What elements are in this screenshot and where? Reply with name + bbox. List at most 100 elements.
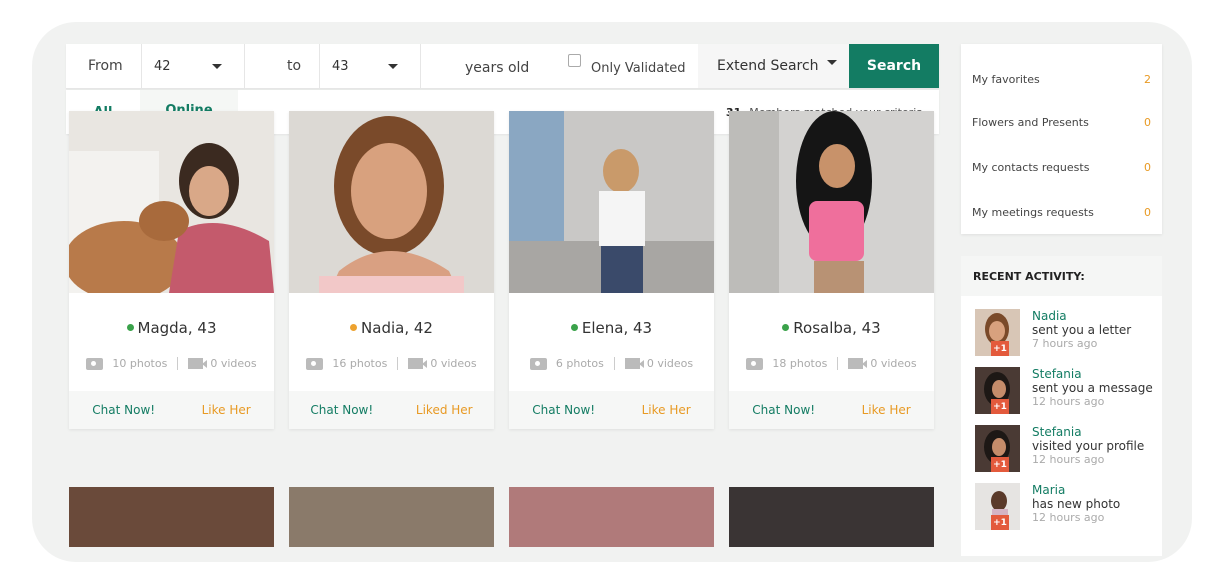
years-old-label: years old <box>465 60 530 76</box>
sidebar-item-label: My meetings requests <box>972 205 1094 219</box>
new-badge: +1 <box>991 341 1009 356</box>
sidebar-item-flowers[interactable]: Flowers and Presents 0 <box>961 100 1162 144</box>
divider <box>613 357 615 370</box>
profile-photo-partial[interactable] <box>69 487 274 547</box>
media-counts: 16 photos 0 videos <box>289 357 494 370</box>
sidebar-item-count: 2 <box>1144 72 1151 86</box>
activity-item[interactable]: +1 Nadia sent you a letter 7 hours ago <box>961 309 1162 359</box>
chat-now-link[interactable]: Chat Now! <box>310 403 373 417</box>
liked-her-link[interactable]: Liked Her <box>416 403 473 417</box>
age-to-select[interactable]: 43 <box>319 44 421 88</box>
extend-search-label: Extend Search <box>717 58 819 74</box>
profile-photo-partial[interactable] <box>729 487 934 547</box>
chat-now-link[interactable]: Chat Now! <box>92 403 155 417</box>
video-icon <box>624 358 644 369</box>
search-bar: From 42 to 43 years old Only Validated E… <box>66 44 939 89</box>
search-button[interactable]: Search <box>849 44 939 88</box>
status-dot-icon <box>350 324 358 331</box>
like-her-link[interactable]: Like Her <box>862 403 911 417</box>
profile-card[interactable]: Nadia, 42 16 photos 0 videos Chat Now! L… <box>289 111 494 429</box>
activity-time: 12 hours ago <box>1032 395 1105 408</box>
only-validated-checkbox[interactable] <box>568 54 581 67</box>
activity-time: 12 hours ago <box>1032 511 1105 524</box>
photo-count: 6 photos <box>555 357 604 370</box>
video-icon <box>848 358 868 369</box>
age-to-value: 43 <box>332 58 349 74</box>
recent-activity: RECENT ACTIVITY: +1 Nadia sent you a let… <box>961 256 1162 556</box>
divider <box>397 357 399 370</box>
activity-name[interactable]: Stefania <box>1032 367 1082 381</box>
activity-name[interactable]: Stefania <box>1032 425 1082 439</box>
profile-photo-partial[interactable] <box>289 487 494 547</box>
chat-now-link[interactable]: Chat Now! <box>752 403 815 417</box>
like-her-link[interactable]: Like Her <box>202 403 251 417</box>
video-count: 0 videos <box>210 357 257 370</box>
media-counts: 6 photos 0 videos <box>509 357 714 370</box>
profile-name: Magda, 43 <box>69 319 274 337</box>
camera-icon <box>529 357 547 370</box>
video-icon <box>408 358 428 369</box>
only-validated-label: Only Validated <box>591 60 686 76</box>
photo-count: 10 photos <box>112 357 168 370</box>
activity-name[interactable]: Maria <box>1032 483 1065 497</box>
sidebar-item-label: Flowers and Presents <box>972 115 1089 129</box>
sidebar-item-count: 0 <box>1144 115 1151 129</box>
camera-icon <box>306 357 324 370</box>
status-dot-icon <box>570 324 578 331</box>
media-counts: 10 photos 0 videos <box>69 357 274 370</box>
profile-photo-partial[interactable] <box>509 487 714 547</box>
new-badge: +1 <box>991 457 1009 472</box>
activity-item[interactable]: +1 Stefania sent you a message 12 hours … <box>961 367 1162 417</box>
recent-activity-title: RECENT ACTIVITY: <box>961 256 1162 296</box>
sidebar-item-meetings[interactable]: My meetings requests 0 <box>961 190 1162 234</box>
photo-count: 16 photos <box>332 357 388 370</box>
from-label: From <box>88 58 123 74</box>
profile-name: Nadia, 42 <box>289 319 494 337</box>
profile-name-text: Magda, 43 <box>137 319 217 337</box>
card-actions: Chat Now! Like Her <box>69 391 274 429</box>
activity-item[interactable]: +1 Maria has new photo 12 hours ago <box>961 483 1162 533</box>
profile-photo[interactable] <box>69 111 274 293</box>
sidebar-item-count: 0 <box>1144 160 1151 174</box>
sidebar-item-contacts[interactable]: My contacts requests 0 <box>961 145 1162 189</box>
like-her-link[interactable]: Like Her <box>642 403 691 417</box>
card-actions: Chat Now! Like Her <box>729 391 934 429</box>
profile-name-text: Elena, 43 <box>581 319 653 337</box>
camera-icon <box>746 357 764 370</box>
divider <box>837 357 839 370</box>
photo-count: 18 photos <box>772 357 828 370</box>
profile-photo[interactable] <box>729 111 934 293</box>
profile-name-text: Nadia, 42 <box>361 319 433 337</box>
activity-text: sent you a letter <box>1032 323 1132 337</box>
caret-down-icon <box>388 64 398 69</box>
sidebar-item-label: My favorites <box>972 72 1040 86</box>
profile-photo[interactable] <box>289 111 494 293</box>
media-counts: 18 photos 0 videos <box>729 357 934 370</box>
activity-name[interactable]: Nadia <box>1032 309 1067 323</box>
profile-card[interactable]: Rosalba, 43 18 photos 0 videos Chat Now!… <box>729 111 934 429</box>
activity-item[interactable]: +1 Stefania visited your profile 12 hour… <box>961 425 1162 475</box>
sidebar-item-favorites[interactable]: My favorites 2 <box>961 57 1162 101</box>
sidebar-item-count: 0 <box>1144 205 1151 219</box>
divider <box>177 357 179 370</box>
extend-search-dropdown[interactable]: Extend Search <box>698 44 849 88</box>
activity-time: 12 hours ago <box>1032 453 1105 466</box>
video-count: 0 videos <box>870 357 917 370</box>
status-dot-icon <box>782 324 790 331</box>
activity-text: visited your profile <box>1032 439 1145 453</box>
profile-photo[interactable] <box>509 111 714 293</box>
camera-icon <box>86 357 104 370</box>
profile-card[interactable]: Magda, 43 10 photos 0 videos Chat Now! L… <box>69 111 274 429</box>
profile-name-text: Rosalba, 43 <box>793 319 881 337</box>
activity-text: has new photo <box>1032 497 1121 511</box>
profile-card[interactable]: Elena, 43 6 photos 0 videos Chat Now! Li… <box>509 111 714 429</box>
age-from-select[interactable]: 42 <box>141 44 245 88</box>
chat-now-link[interactable]: Chat Now! <box>532 403 595 417</box>
card-actions: Chat Now! Liked Her <box>289 391 494 429</box>
activity-text: sent you a message <box>1032 381 1153 395</box>
age-from-value: 42 <box>154 58 171 74</box>
caret-down-icon <box>212 64 222 69</box>
activity-time: 7 hours ago <box>1032 337 1098 350</box>
new-badge: +1 <box>991 399 1009 414</box>
profile-name: Elena, 43 <box>509 319 714 337</box>
